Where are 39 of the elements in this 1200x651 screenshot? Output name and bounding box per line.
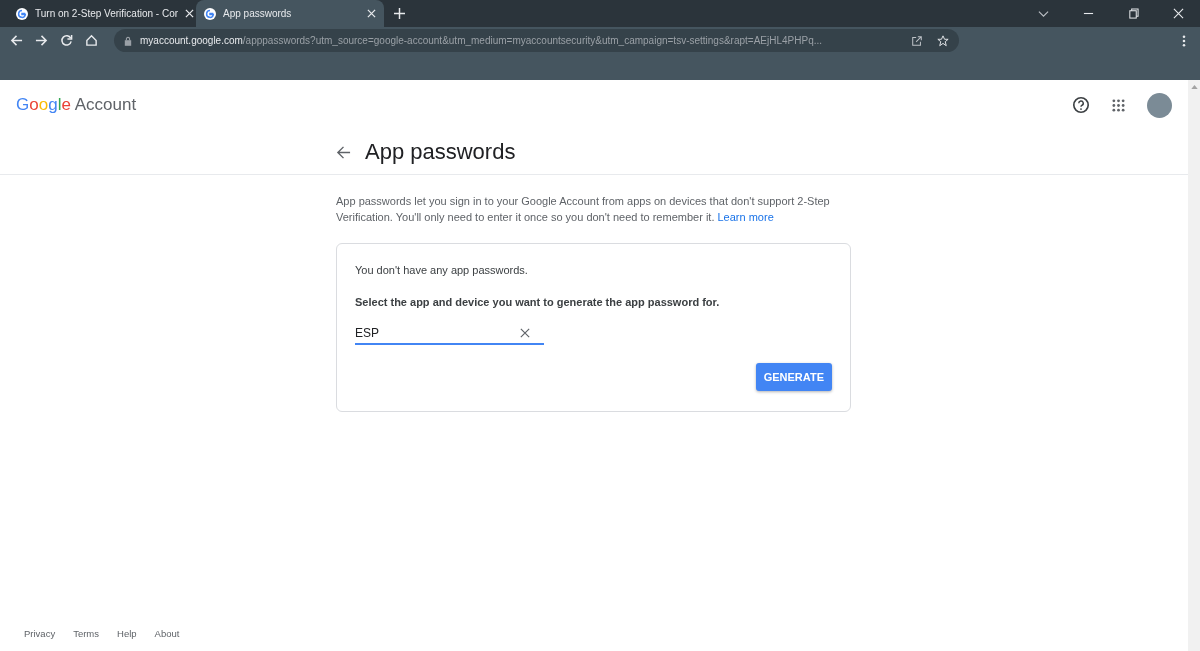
google-account-logo[interactable]: Google Account	[16, 95, 137, 115]
tab-title: App passwords	[223, 8, 293, 19]
help-icon[interactable]	[1072, 96, 1090, 114]
footer-link[interactable]: About	[154, 628, 180, 639]
browser-tab[interactable]: App passwords	[196, 0, 384, 27]
page-title: App passwords	[365, 139, 516, 165]
app-name-field[interactable]: ESP	[355, 326, 544, 345]
clear-icon[interactable]	[520, 328, 530, 338]
forward-arrow-icon[interactable]	[35, 34, 48, 47]
empty-message: You don't have any app passwords.	[355, 264, 529, 276]
favicon-icon	[204, 7, 216, 20]
star-icon[interactable]	[937, 34, 949, 47]
close-icon[interactable]	[1173, 8, 1184, 19]
scrollbar[interactable]	[1188, 80, 1200, 651]
close-icon[interactable]	[185, 9, 195, 18]
address-bar[interactable]: myaccount.google.com/apppasswords?utm_source=google-account&utm_medium=myaccountsecurity&utm_campaign=tsv-settings&rapt=AEjHL4PHPq...	[114, 29, 959, 52]
lock-icon	[124, 35, 132, 46]
generate-button[interactable]: GENERATE	[755, 363, 832, 391]
restore-icon[interactable]	[1128, 8, 1139, 19]
footer-link[interactable]: Terms	[73, 628, 100, 639]
tab-title: Turn on 2-Step Verification - Cor	[35, 8, 179, 19]
footer-link[interactable]: Help	[117, 628, 137, 639]
learn-more-link[interactable]: Learn more	[717, 211, 774, 223]
intro-text: App passwords let you sign in to your Google Account from apps on devices that don't support 2-Step Verification. You'll only need to enter it once so you don't need to remember it. Learn more	[336, 194, 831, 225]
browser-tab[interactable]: Turn on 2-Step Verification - Cor	[8, 0, 196, 27]
instruction-text: Select the app and device you want to generate the app password for.	[355, 296, 721, 308]
apps-grid-icon[interactable]	[1112, 98, 1125, 112]
close-icon[interactable]	[367, 9, 376, 18]
new-tab-icon[interactable]	[394, 8, 405, 19]
url-text: myaccount.google.com/apppasswords?utm_source=google-account&utm_medium=myaccountsecurity&utm_campaign=tsv-settings&rapt=AEjHL4PHPq...	[140, 35, 824, 46]
back-arrow-icon[interactable]	[336, 144, 351, 160]
share-icon[interactable]	[911, 34, 923, 47]
menu-icon[interactable]	[1182, 34, 1186, 47]
favicon-icon	[16, 7, 28, 20]
footer-link[interactable]: Privacy	[24, 628, 56, 639]
avatar[interactable]	[1147, 92, 1172, 118]
home-icon[interactable]	[85, 34, 98, 47]
chevron-down-icon[interactable]	[1038, 8, 1049, 19]
reload-icon[interactable]	[60, 34, 73, 47]
